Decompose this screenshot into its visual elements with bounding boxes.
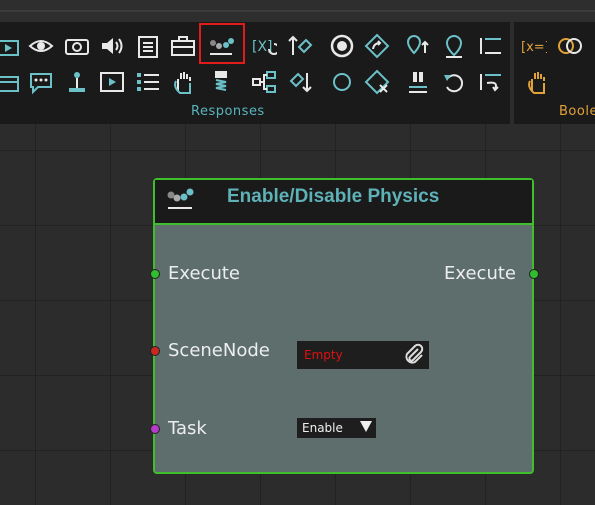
speaker-icon[interactable] bbox=[97, 31, 127, 61]
hierarchy-icon[interactable] bbox=[249, 67, 279, 97]
eye-icon[interactable] bbox=[26, 31, 56, 61]
node-header[interactable]: Enable/Disable Physics bbox=[155, 180, 532, 225]
tag-down-icon[interactable] bbox=[285, 67, 315, 97]
paperclip-icon[interactable] bbox=[402, 343, 426, 367]
undo-icon[interactable] bbox=[439, 67, 469, 97]
hand-yellow-icon[interactable] bbox=[522, 67, 552, 97]
spring-icon[interactable] bbox=[206, 67, 236, 97]
diamond-arrow-icon[interactable] bbox=[362, 31, 392, 61]
list-arrow-icon[interactable] bbox=[475, 67, 505, 97]
toolbox-icon[interactable] bbox=[168, 31, 198, 61]
execute-output-label: Execute bbox=[444, 263, 516, 284]
clapper2-icon[interactable] bbox=[0, 67, 24, 97]
diamond-x-icon[interactable] bbox=[362, 67, 392, 97]
variable-icon[interactable]: [X] bbox=[249, 31, 279, 61]
boolean-group-label: Boole bbox=[559, 104, 595, 119]
task-input-label: Task bbox=[168, 418, 207, 439]
bracket-x-icon[interactable]: [x=] bbox=[519, 31, 549, 61]
scenenode-value: Empty bbox=[304, 348, 343, 362]
execute-output-pin[interactable] bbox=[529, 269, 539, 279]
joystick-icon[interactable] bbox=[62, 67, 92, 97]
execute-input-label: Execute bbox=[168, 263, 240, 284]
record-circle-icon[interactable] bbox=[327, 31, 357, 61]
node-title: Enable/Disable Physics bbox=[227, 186, 440, 207]
execute-input-pin[interactable] bbox=[150, 269, 160, 279]
responses-group-label: Responses bbox=[191, 104, 265, 119]
chevron-down-icon bbox=[360, 421, 372, 432]
scenenode-input-pin[interactable] bbox=[150, 346, 160, 356]
stand-icon[interactable] bbox=[403, 67, 433, 97]
clipboard-icon[interactable] bbox=[133, 31, 163, 61]
physics-icon bbox=[163, 185, 197, 213]
selected-tool-highlight bbox=[199, 23, 245, 64]
camera-icon[interactable] bbox=[62, 31, 92, 61]
tag-up-icon[interactable] bbox=[285, 31, 315, 61]
pin-up-icon[interactable] bbox=[403, 31, 433, 61]
list-icon[interactable] bbox=[133, 67, 163, 97]
scenenode-input-label: SceneNode bbox=[168, 340, 270, 361]
hand-icon[interactable] bbox=[168, 67, 198, 97]
task-input-pin[interactable] bbox=[150, 424, 160, 434]
scenenode-object-field[interactable]: Empty bbox=[297, 341, 429, 369]
venn-icon[interactable] bbox=[555, 31, 585, 61]
circle-icon[interactable] bbox=[327, 67, 357, 97]
top-strip bbox=[0, 0, 595, 22]
enable-disable-physics-node[interactable]: Enable/Disable Physics Execute Execute S… bbox=[150, 178, 539, 474]
film-icon[interactable] bbox=[97, 67, 127, 97]
boolean-ribbon: [x=] Boole bbox=[514, 22, 595, 124]
map-pin-icon[interactable] bbox=[439, 31, 469, 61]
task-dropdown-value: Enable bbox=[302, 421, 343, 435]
clapper-icon[interactable] bbox=[0, 31, 24, 61]
chat-icon[interactable] bbox=[26, 67, 56, 97]
svg-text:[x=]: [x=] bbox=[521, 40, 547, 55]
task-dropdown[interactable]: Enable bbox=[297, 418, 376, 438]
list-lines-icon[interactable] bbox=[475, 31, 505, 61]
responses-ribbon: [X] Responses bbox=[0, 22, 510, 124]
